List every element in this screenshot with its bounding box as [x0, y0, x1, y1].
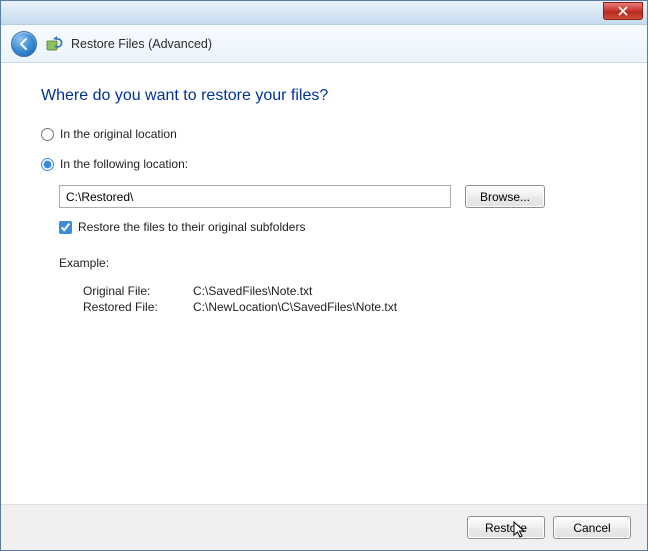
close-icon [618, 6, 628, 16]
subfolders-checkbox-row[interactable]: Restore the files to their original subf… [59, 220, 607, 234]
footer-bar: Restore Cancel [1, 504, 647, 550]
radio-following-location[interactable]: In the following location: [41, 157, 607, 171]
example-restored-label: Restored File: [83, 300, 193, 314]
restore-icon [45, 35, 63, 53]
radio-original-label: In the original location [60, 127, 177, 141]
example-original-value: C:\SavedFiles\Note.txt [193, 284, 607, 298]
example-original-label: Original File: [83, 284, 193, 298]
window-title: Restore Files (Advanced) [71, 37, 212, 51]
example-heading: Example: [59, 256, 607, 270]
radio-original-location[interactable]: In the original location [41, 127, 607, 141]
example-restored-value: C:\NewLocation\C\SavedFiles\Note.txt [193, 300, 607, 314]
header-bar: Restore Files (Advanced) [1, 25, 647, 63]
subfolders-checkbox[interactable] [59, 221, 72, 234]
close-button[interactable] [603, 2, 643, 20]
browse-button[interactable]: Browse... [465, 185, 545, 208]
example-block: Example: Original File: C:\SavedFiles\No… [59, 256, 607, 314]
titlebar [1, 1, 647, 25]
back-button[interactable] [11, 31, 37, 57]
cancel-button[interactable]: Cancel [553, 516, 631, 539]
radio-following-input[interactable] [41, 158, 54, 171]
restore-path-input[interactable] [59, 185, 451, 208]
radio-following-label: In the following location: [60, 157, 188, 171]
restore-button[interactable]: Restore [467, 516, 545, 539]
content-area: Where do you want to restore your files?… [1, 63, 647, 504]
radio-original-input[interactable] [41, 128, 54, 141]
subfolders-label: Restore the files to their original subf… [78, 220, 305, 234]
page-heading: Where do you want to restore your files? [41, 87, 607, 105]
back-arrow-icon [17, 37, 31, 51]
restore-files-wizard: Restore Files (Advanced) Where do you wa… [0, 0, 648, 551]
path-row: Browse... [59, 185, 607, 208]
